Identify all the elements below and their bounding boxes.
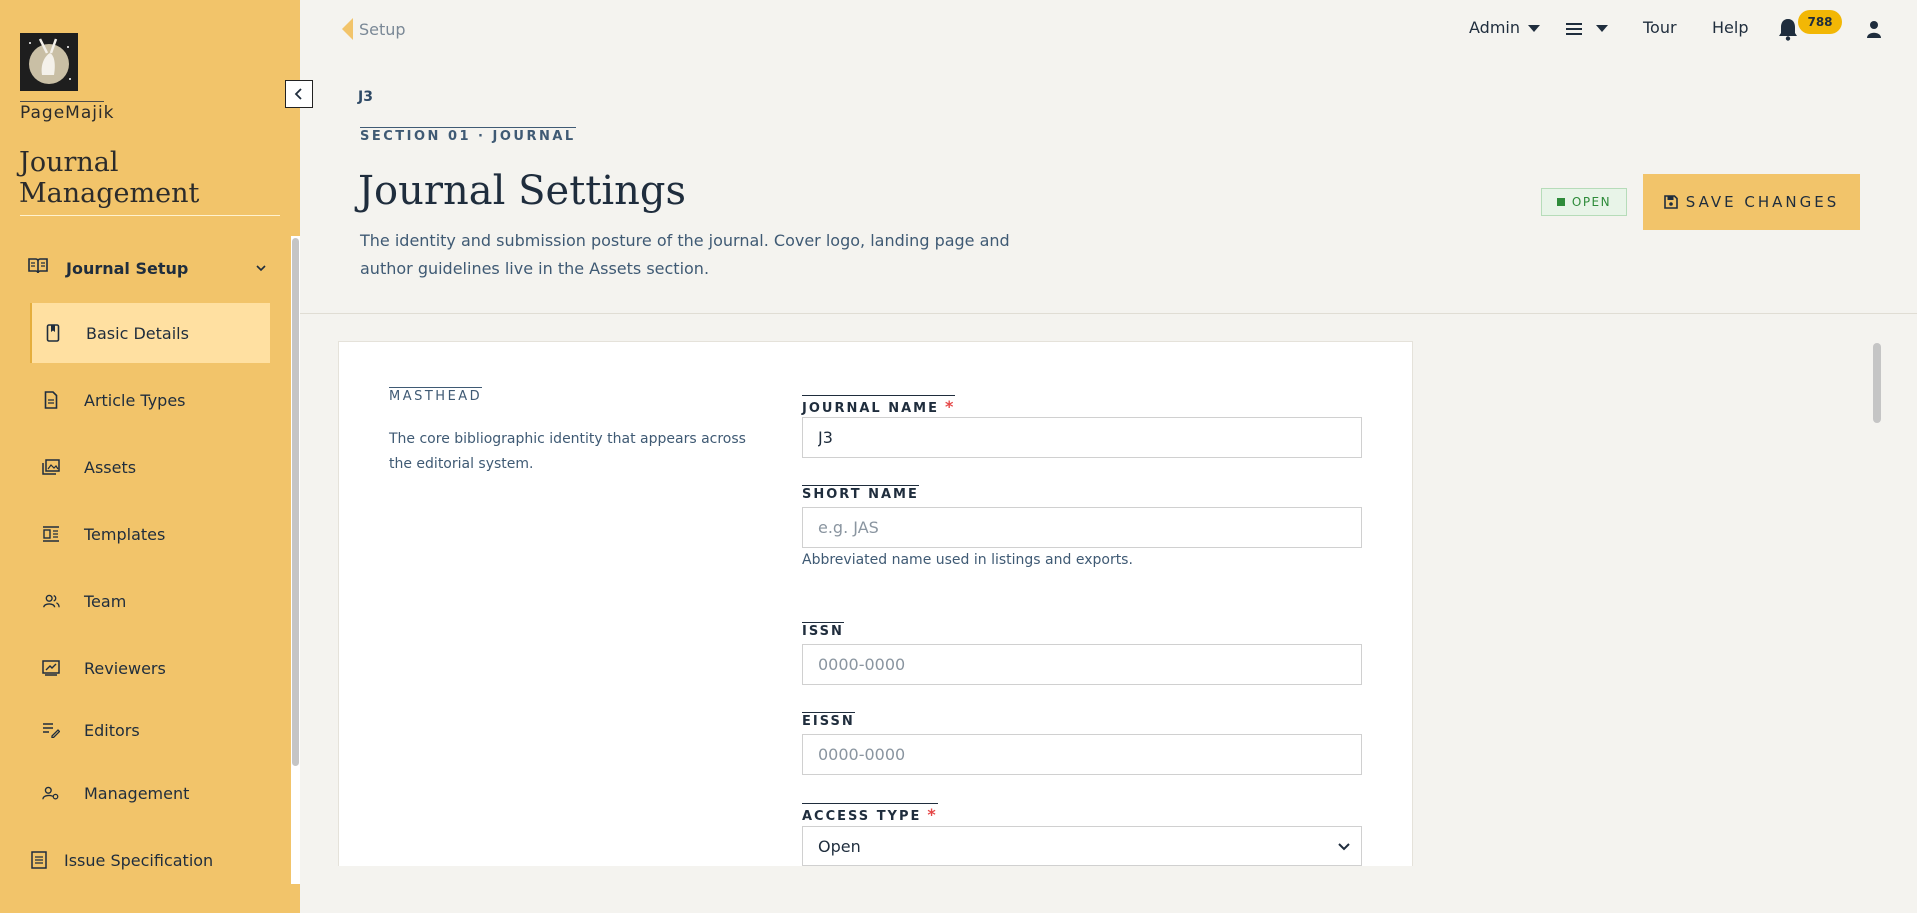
status-badge: OPEN	[1541, 188, 1627, 216]
sidebar-item-label: Team	[84, 591, 127, 611]
eissn-input[interactable]	[802, 734, 1362, 775]
sidebar-item-label: Editors	[84, 720, 140, 740]
issn-label: ISSN	[802, 622, 844, 639]
save-icon	[1663, 195, 1678, 209]
hamburger-menu[interactable]	[1565, 21, 1609, 40]
status-dot-icon	[1556, 198, 1565, 206]
management-icon	[42, 784, 60, 802]
sidebar-item-label: Management	[84, 783, 190, 803]
journal-name-input[interactable]	[802, 417, 1362, 458]
caret-down-icon	[1596, 25, 1609, 32]
reviewer-icon	[42, 659, 60, 677]
chevron-down-icon	[1337, 839, 1351, 858]
sidebar-item-label: Templates	[84, 524, 166, 544]
admin-label: Admin	[1469, 18, 1520, 37]
bell-icon	[1777, 19, 1799, 45]
pagemajik-logo	[20, 33, 78, 91]
sidebar-item-assets[interactable]: Assets	[30, 437, 270, 497]
team-icon	[42, 592, 60, 610]
user-menu[interactable]	[1866, 20, 1882, 42]
journal-name-label-text: JOURNAL NAME	[802, 401, 939, 416]
eissn-label: EISSN	[802, 712, 855, 729]
required-marker: *	[927, 805, 938, 824]
chevron-left-icon	[294, 85, 304, 104]
access-type-label-text: ACCESS TYPE	[802, 809, 922, 824]
masthead-description: The core bibliographic identity that app…	[389, 431, 746, 472]
short-name-help: Abbreviated name used in listings and ex…	[802, 552, 1133, 568]
nav-group-journal-setup[interactable]: Journal Setup	[28, 252, 268, 284]
sidebar-item-label: Assets	[84, 457, 137, 477]
masthead-label: MASTHEAD	[389, 387, 483, 404]
sidebar-item-label: Article Types	[84, 390, 186, 410]
back-arrow-icon	[342, 18, 353, 40]
sidebar-item-article-types[interactable]: Article Types	[30, 370, 270, 430]
sidebar-item-templates[interactable]: Templates	[30, 504, 270, 564]
user-icon	[1866, 21, 1882, 42]
short-name-input[interactable]	[802, 507, 1362, 548]
brand-name: PageMajik	[20, 103, 115, 123]
open-book-icon	[28, 257, 48, 279]
access-type-label: ACCESS TYPE *	[802, 803, 938, 824]
chevron-down-icon[interactable]	[254, 260, 268, 279]
assets-icon	[42, 458, 60, 476]
notification-badge: 788	[1798, 10, 1842, 34]
notification-button[interactable]	[1777, 17, 1799, 45]
app-title: Journal Management	[19, 147, 200, 209]
section-label: SECTION 01 · JOURNAL	[360, 127, 576, 144]
sidebar-item-issue-specification[interactable]: Issue Specification	[22, 830, 262, 890]
journal-code: J3	[358, 89, 373, 105]
list-icon	[30, 851, 48, 869]
admin-menu[interactable]: Admin	[1469, 18, 1540, 37]
issn-input[interactable]	[802, 644, 1362, 685]
document-icon	[42, 391, 60, 409]
back-link-label: Setup	[359, 19, 406, 39]
tour-link[interactable]: Tour	[1643, 18, 1677, 37]
editor-icon	[42, 721, 60, 739]
required-marker: *	[944, 397, 956, 416]
back-link[interactable]: Setup	[342, 18, 406, 40]
sidebar-item-basic-details[interactable]: Basic Details	[30, 303, 270, 363]
sidebar-item-reviewers[interactable]: Reviewers	[30, 638, 270, 698]
page-description: The identity and submission posture of t…	[360, 231, 1010, 278]
sidebar-item-label: Issue Specification	[64, 850, 214, 870]
nav-group-label: Journal Setup	[66, 258, 189, 278]
template-icon	[42, 525, 60, 543]
access-type-select[interactable]: Open	[802, 826, 1362, 866]
caret-down-icon	[1528, 25, 1540, 32]
sidebar-scroll-thumb[interactable]	[292, 238, 299, 766]
hamburger-icon	[1565, 21, 1588, 40]
sidebar-item-management[interactable]: Management	[30, 763, 270, 823]
help-link[interactable]: Help	[1712, 18, 1748, 37]
sidebar-item-editors[interactable]: Editors	[30, 700, 270, 760]
journal-name-label: JOURNAL NAME *	[802, 395, 956, 416]
collapse-sidebar-button[interactable]	[285, 80, 313, 108]
save-changes-label: SAVE CHANGES	[1685, 193, 1840, 211]
page-title: Journal Settings	[358, 168, 687, 214]
sidebar-item-label: Basic Details	[86, 323, 189, 343]
save-changes-button[interactable]: SAVE CHANGES	[1643, 174, 1860, 230]
access-type-value: Open	[818, 836, 861, 856]
status-label: OPEN	[1571, 195, 1612, 209]
short-name-label: SHORT NAME	[802, 485, 919, 502]
sidebar-item-label: Reviewers	[84, 658, 166, 678]
main-scroll-thumb[interactable]	[1873, 343, 1881, 423]
sidebar: PageMajik Journal Management Journal Set…	[0, 0, 300, 913]
bookmark-icon	[44, 324, 62, 342]
sidebar-item-team[interactable]: Team	[30, 571, 270, 631]
